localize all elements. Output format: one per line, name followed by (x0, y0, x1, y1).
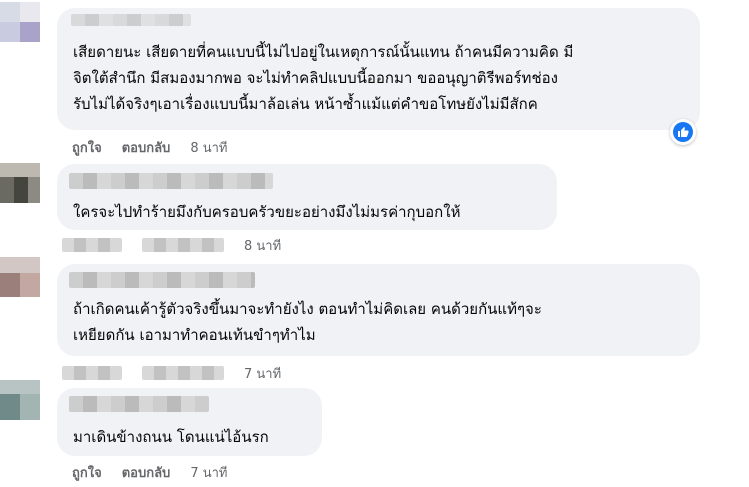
avatar[interactable] (0, 257, 40, 297)
author-name-redacted[interactable] (71, 14, 191, 26)
reaction-badge[interactable] (670, 119, 696, 145)
like-link[interactable] (62, 238, 122, 252)
avatar[interactable] (0, 2, 40, 42)
author-name-redacted[interactable] (69, 272, 255, 288)
comment-actions: 8 นาที (62, 235, 281, 255)
reply-link[interactable] (142, 238, 224, 252)
like-link[interactable]: ถูกใจ (72, 462, 102, 483)
comment-bubble: ถ้าเกิดคนเค้ารู้ตัวจริงขึ้นมาจะทำยังไง ต… (57, 264, 700, 356)
comment-text: เสียดายนะ เสียดายที่คนแบบนี้ไม่ไปอยู่ในเ… (73, 43, 574, 113)
comment-text: มาเดินข้างถนน โดนแน่ไอ้นรก (73, 428, 269, 446)
avatar[interactable] (0, 380, 40, 420)
comment-actions: ถูกใจ ตอบกลับ 7 นาที (72, 462, 227, 482)
avatar[interactable] (0, 163, 40, 203)
comment-actions: 7 นาที (62, 363, 281, 383)
comment-text: ใครจะไปทำร้ายมึงกับครอบครัวขยะอย่างมึงไม… (73, 203, 461, 221)
comment-thread: เสียดายนะ เสียดายที่คนแบบนี้ไม่ไปอยู่ในเ… (0, 0, 749, 487)
comment-bubble: เสียดายนะ เสียดายที่คนแบบนี้ไม่ไปอยู่ในเ… (57, 8, 700, 130)
comment-time[interactable]: 8 นาที (190, 137, 227, 158)
reply-link[interactable]: ตอบกลับ (122, 462, 171, 483)
author-name-redacted[interactable] (69, 396, 209, 412)
comment-bubble: ใครจะไปทำร้ายมึงกับครอบครัวขยะอย่างมึงไม… (57, 164, 557, 230)
comment-actions: ถูกใจ ตอบกลับ 8 นาที (72, 137, 227, 157)
comment-time[interactable]: 8 นาที (244, 235, 281, 256)
reply-link[interactable]: ตอบกลับ (122, 137, 171, 158)
like-link[interactable]: ถูกใจ (72, 137, 102, 158)
author-name-redacted[interactable] (69, 173, 273, 189)
comment-time[interactable]: 7 นาที (244, 363, 281, 384)
comment-text: ถ้าเกิดคนเค้ารู้ตัวจริงขึ้นมาจะทำยังไง ต… (73, 300, 542, 344)
reply-link[interactable] (142, 366, 224, 380)
like-link[interactable] (62, 366, 122, 380)
comment-time[interactable]: 7 นาที (190, 462, 227, 483)
comment-bubble: มาเดินข้างถนน โดนแน่ไอ้นรก (57, 388, 322, 456)
like-icon (673, 122, 693, 142)
